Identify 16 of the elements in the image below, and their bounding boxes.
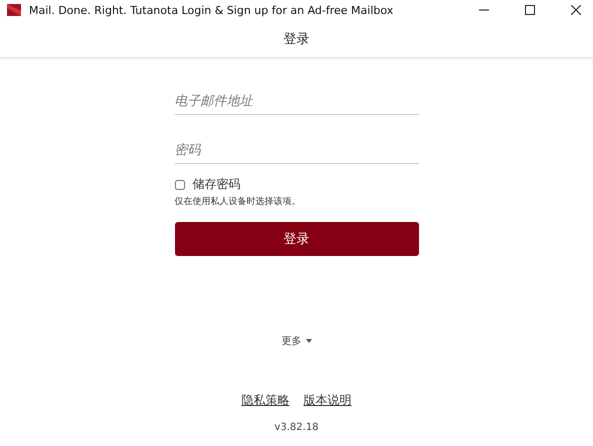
maximize-icon[interactable] (525, 5, 535, 15)
app-logo-icon (7, 4, 21, 16)
email-field[interactable]: 电子邮件地址 (174, 92, 418, 115)
page-title: 登录 (284, 30, 310, 48)
hint-text: 仅在使用私人设备时选择该项。 (174, 196, 302, 208)
password-field[interactable]: 密码 (174, 141, 418, 164)
caret-icon (306, 339, 312, 343)
window-title: Mail. Done. Right. Tutanota Login & Sign up for an Ad-free Mailbox (29, 4, 394, 16)
footer-link[interactable]: 版本说明 (304, 392, 352, 409)
footer-link[interactable]: 隐私策略 (242, 392, 290, 409)
version-text: v3.82.18 (274, 422, 319, 433)
close-icon[interactable] (571, 5, 581, 15)
login-button[interactable]: 登录 (174, 222, 418, 256)
more-button[interactable]: 更多 (280, 332, 314, 350)
checkbox[interactable] (174, 180, 184, 190)
checkbox-label: 储存密码 (192, 176, 240, 193)
